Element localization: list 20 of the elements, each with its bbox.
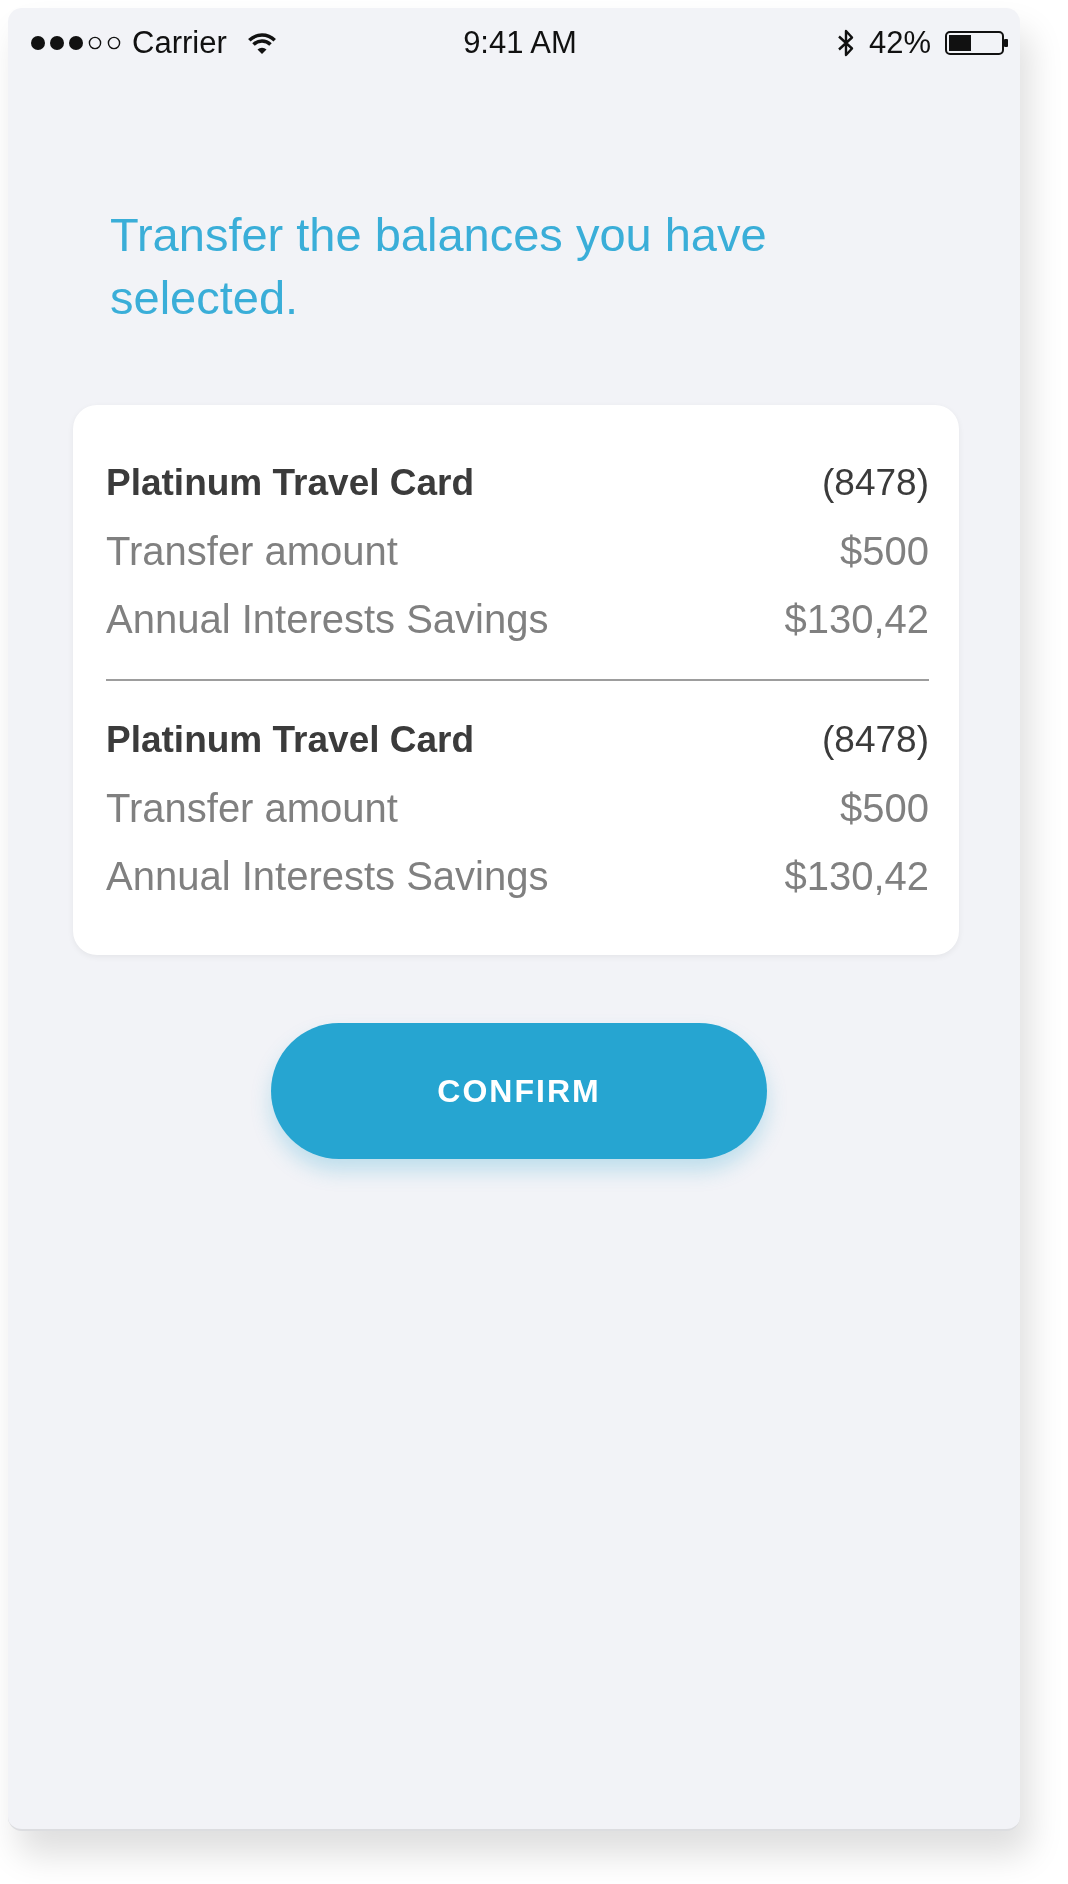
detail-label: Transfer amount (106, 528, 398, 574)
battery-icon (945, 31, 1009, 55)
bluetooth-icon (836, 28, 855, 58)
detail-value: $130,42 (784, 853, 929, 899)
detail-value: $500 (840, 528, 929, 574)
card-number: (8478) (822, 462, 929, 504)
page-title: Transfer the balances you have selected. (110, 207, 768, 326)
battery-percentage: 42% (868, 25, 931, 61)
detail-value: $500 (840, 785, 929, 831)
card-name: Platinum Travel Card (106, 462, 475, 504)
status-time: 9:41 AM (463, 25, 577, 61)
detail-label: Annual Interests Savings (106, 596, 549, 642)
card-number: (8478) (822, 719, 929, 761)
carrier-name: Carrier (132, 25, 227, 61)
card-name: Platinum Travel Card (106, 719, 475, 761)
confirm-button[interactable]: CONFIRM (271, 1023, 767, 1159)
detail-label: Annual Interests Savings (106, 853, 549, 899)
detail-value: $130,42 (784, 596, 929, 642)
detail-label: Transfer amount (106, 785, 398, 831)
signal-strength-icon (31, 36, 121, 50)
